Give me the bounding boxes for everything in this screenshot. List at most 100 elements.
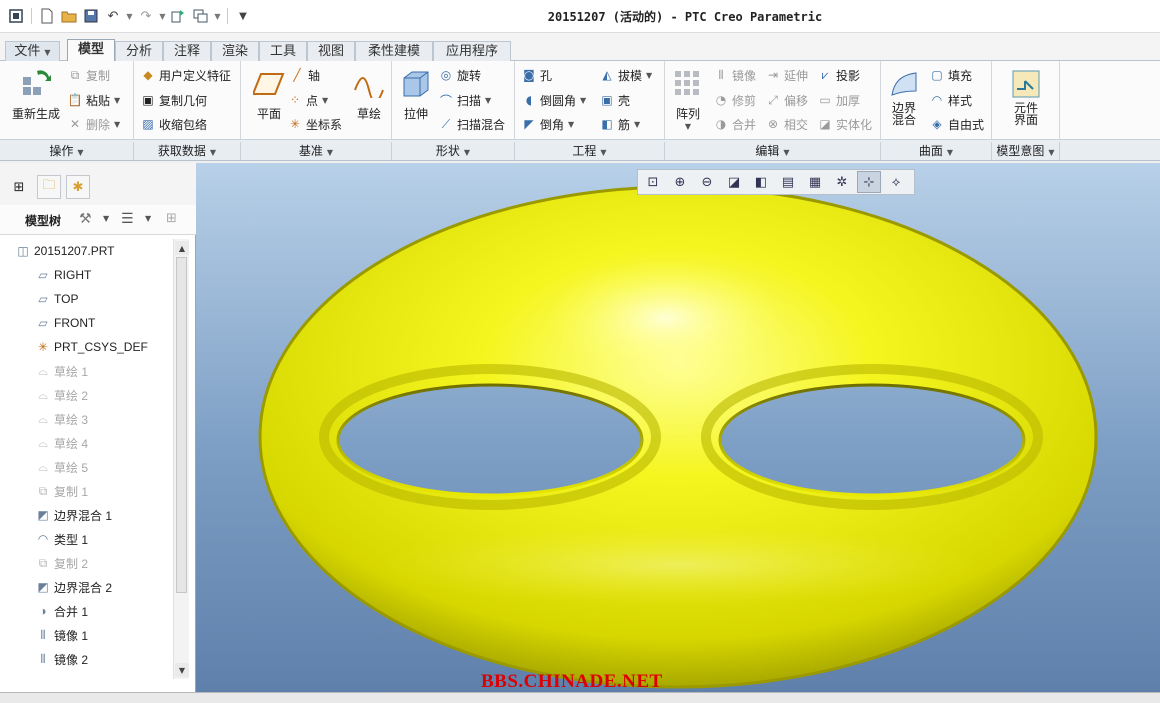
group-label-operations[interactable]: 操作 ▼: [0, 142, 134, 160]
tree-node[interactable]: ⫴ 镜像 2: [34, 647, 88, 671]
graphics-area[interactable]: ⊡ ⊕ ⊖ ◪ ◧ ▤ ▦ ✲ ⊹ ⟡ BBS.CHINADE.NET: [196, 163, 1160, 692]
tab-applications[interactable]: 应用程序: [433, 41, 511, 61]
windows-dropdown-icon[interactable]: ▼: [213, 6, 222, 26]
spin-center-icon[interactable]: ⊹: [857, 171, 881, 193]
zoom-out-icon[interactable]: ⊖: [695, 171, 719, 193]
tree-node[interactable]: ⧉ 复制 2: [34, 551, 88, 575]
group-label-surfaces[interactable]: 曲面 ▼: [881, 142, 992, 160]
rib-button[interactable]: ◧ 筋 ▼: [599, 114, 640, 134]
scroll-thumb[interactable]: [176, 257, 187, 593]
undo-icon[interactable]: ↶: [103, 6, 123, 26]
group-label-engineering[interactable]: 工程 ▼: [515, 142, 665, 160]
scroll-down-icon[interactable]: ▼: [175, 663, 189, 677]
swept-blend-button[interactable]: ⟋ 扫描混合: [438, 114, 505, 134]
tree-node[interactable]: ⌓ 草绘 2: [34, 383, 88, 407]
component-interface-button[interactable]: 元件 界面: [1004, 67, 1048, 126]
redo-icon[interactable]: ↷: [136, 6, 156, 26]
hole-button[interactable]: ◙ 孔: [521, 65, 552, 85]
filter-icon[interactable]: ⊞: [166, 211, 177, 226]
tree-node[interactable]: ▱ RIGHT: [34, 263, 91, 287]
tab-annotate[interactable]: 注释: [163, 41, 211, 61]
sweep-button[interactable]: ⌒ 扫描 ▼: [438, 90, 491, 110]
csys-button[interactable]: ✳ 坐标系: [287, 114, 342, 134]
draft-button[interactable]: ◭ 拔模 ▼: [599, 65, 652, 85]
annotation-display-icon[interactable]: ⟡: [884, 171, 908, 193]
offset-button[interactable]: ⤢ 偏移: [765, 90, 808, 110]
datum-display-icon[interactable]: ✲: [830, 171, 854, 193]
chamfer-button[interactable]: ◤ 倒角 ▼: [521, 114, 574, 134]
tree-node[interactable]: ◫ 20151207.PRT: [14, 239, 114, 263]
shell-button[interactable]: ▣ 壳: [599, 90, 630, 110]
tab-flexible-modeling[interactable]: 柔性建模: [355, 41, 433, 61]
group-label-editing[interactable]: 编辑 ▼: [665, 142, 881, 160]
tab-folder-browser[interactable]: 🗀: [37, 175, 61, 199]
solidify-button[interactable]: ◪ 实体化: [817, 114, 872, 134]
shrinkwrap-button[interactable]: ▨ 收缩包络: [140, 114, 207, 134]
refit-icon[interactable]: ⊡: [641, 171, 665, 193]
tree-node[interactable]: ⧉ 复制 1: [34, 479, 88, 503]
project-button[interactable]: ⩗ 投影: [817, 65, 860, 85]
yellow-ring-model[interactable]: [196, 163, 1160, 692]
tab-favorites[interactable]: ✱: [66, 175, 90, 199]
tab-model-tree[interactable]: ⊞: [7, 175, 31, 199]
tree-node[interactable]: ⫴ 镜像 1: [34, 623, 88, 647]
paste-button[interactable]: 📋 粘贴 ▼: [67, 90, 121, 110]
settings-list-icon[interactable]: ☰: [121, 211, 134, 227]
user-defined-feature-button[interactable]: ◆ 用户定义特征: [140, 65, 231, 85]
tree-node[interactable]: ◠ 类型 1: [34, 527, 88, 551]
open-icon[interactable]: [59, 6, 79, 26]
merge-button[interactable]: ◑ 合并: [713, 114, 756, 134]
plane-button[interactable]: 平面: [247, 67, 291, 122]
boundary-blend-button[interactable]: 边界 混合: [885, 67, 923, 126]
tab-model[interactable]: 模型: [67, 39, 115, 62]
customize-icon[interactable]: ▼: [233, 6, 253, 26]
tree-node[interactable]: ▱ TOP: [34, 287, 78, 311]
saved-views-icon[interactable]: ▤: [776, 171, 800, 193]
windows-icon[interactable]: [191, 6, 211, 26]
thicken-button[interactable]: ▭ 加厚: [817, 90, 860, 110]
group-label-get-data[interactable]: 获取数据 ▼: [134, 142, 241, 160]
freestyle-button[interactable]: ◈ 自由式: [929, 114, 984, 134]
round-button[interactable]: ◖ 倒圆角 ▼: [521, 90, 586, 110]
extrude-button[interactable]: 拉伸: [396, 67, 436, 122]
pattern-button[interactable]: 阵列 ▼: [671, 67, 705, 131]
save-icon[interactable]: [81, 6, 101, 26]
tree-node[interactable]: ⌓ 草绘 5: [34, 455, 88, 479]
extend-button[interactable]: ⇥ 延伸: [765, 65, 808, 85]
zoom-in-icon[interactable]: ⊕: [668, 171, 692, 193]
sketch-button[interactable]: 草绘: [349, 67, 389, 122]
revolve-button[interactable]: ◎ 旋转: [438, 65, 481, 85]
tree-node[interactable]: ◩ 边界混合 2: [34, 575, 112, 599]
copy-geometry-button[interactable]: ▣ 复制几何: [140, 90, 207, 110]
mirror-button[interactable]: ⫴ 镜像: [713, 65, 756, 85]
regenerate-icon[interactable]: [169, 6, 189, 26]
tab-view[interactable]: 视图: [307, 41, 355, 61]
regenerate-button[interactable]: 重新生成: [8, 67, 64, 122]
group-label-shapes[interactable]: 形状 ▼: [392, 142, 515, 160]
tree-node[interactable]: ✳ PRT_CSYS_DEF: [34, 335, 148, 359]
group-label-datum[interactable]: 基准 ▼: [241, 142, 392, 160]
undo-dropdown-icon[interactable]: ▼: [125, 6, 134, 26]
tree-node[interactable]: ⌓ 草绘 1: [34, 359, 88, 383]
group-label-model-intent[interactable]: 模型意图 ▼: [992, 142, 1060, 160]
tab-analysis[interactable]: 分析: [115, 41, 163, 61]
display-style-icon[interactable]: ◧: [749, 171, 773, 193]
tree-node[interactable]: ◩ 边界混合 1: [34, 503, 112, 527]
trim-button[interactable]: ◔ 修剪: [713, 90, 756, 110]
scroll-up-icon[interactable]: ▲: [175, 241, 189, 255]
fill-button[interactable]: ▢ 填充: [929, 65, 972, 85]
model-tree-scrollbar[interactable]: ▲ ▼: [173, 239, 189, 679]
tree-node[interactable]: ▱ FRONT: [34, 311, 95, 335]
tab-file[interactable]: 文件 ▼: [5, 41, 60, 61]
tab-render[interactable]: 渲染: [211, 41, 259, 61]
style-button[interactable]: ◠ 样式: [929, 90, 972, 110]
delete-button[interactable]: ✕ 删除 ▼: [67, 114, 120, 134]
view-manager-icon[interactable]: ▦: [803, 171, 827, 193]
chevron-down-icon[interactable]: ▼: [103, 214, 109, 223]
copy-button[interactable]: ⧉ 复制: [67, 65, 110, 85]
repaint-icon[interactable]: ◪: [722, 171, 746, 193]
tab-tools[interactable]: 工具: [259, 41, 307, 61]
window-icon[interactable]: [6, 6, 26, 26]
redo-dropdown-icon[interactable]: ▼: [158, 6, 167, 26]
tree-node[interactable]: ◑ 合并 1: [34, 599, 88, 623]
